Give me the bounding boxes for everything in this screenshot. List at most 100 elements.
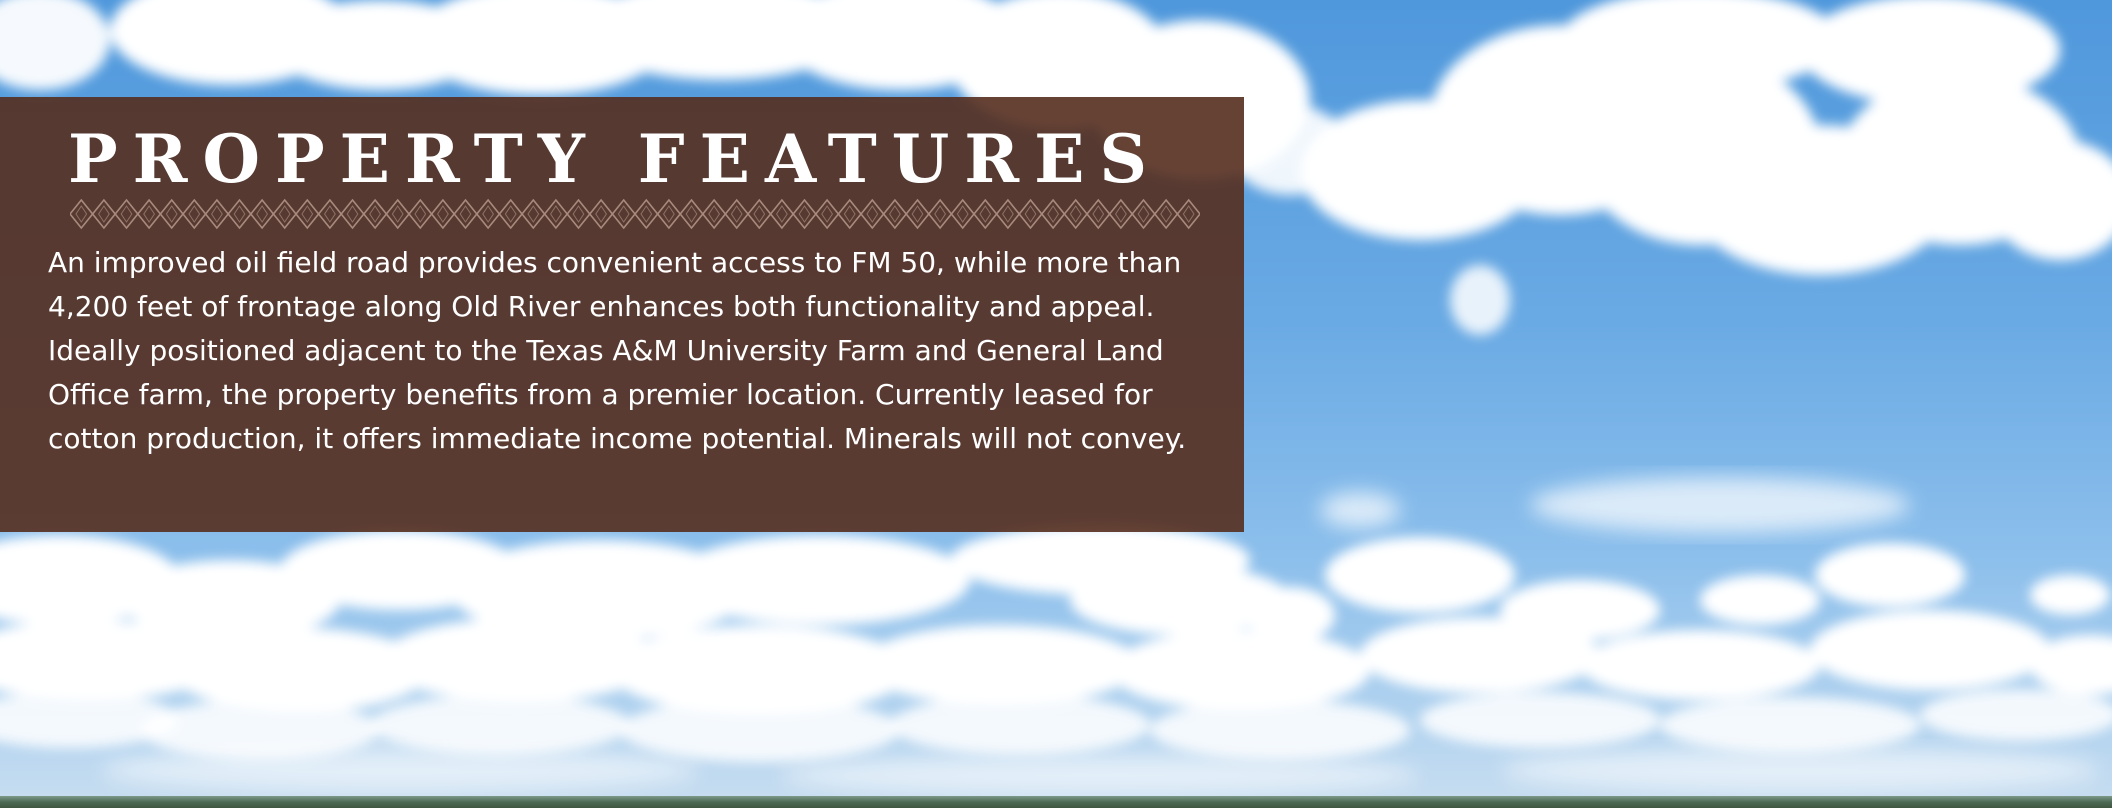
ornament-inner-diamond: [143, 205, 155, 223]
ornament-diamond: [430, 198, 456, 230]
ornament-diamond: [769, 198, 795, 230]
ornament-inner-diamond: [75, 205, 88, 223]
ornament-inner-diamond: [595, 205, 607, 223]
ornament-diamond: [1153, 198, 1179, 230]
ornament-inner-diamond: [889, 205, 901, 223]
ornament-diamond: [453, 198, 478, 230]
ornament-inner-diamond: [685, 205, 698, 223]
ornament-inner-diamond: [165, 205, 178, 223]
ornament-diamond: [679, 198, 704, 230]
ornament-inner-diamond: [1069, 205, 1082, 223]
ornament-diamond: [656, 198, 682, 230]
ornament-inner-diamond: [617, 205, 630, 223]
ornament-inner-diamond: [233, 205, 246, 223]
ornament-diamond: [837, 198, 863, 230]
ornament-diamond: [543, 198, 569, 230]
ornament-inner-diamond: [1002, 205, 1014, 223]
ornament-diamond: [1040, 198, 1066, 230]
ornament-inner-diamond: [256, 205, 268, 223]
ornament-diamond: [882, 198, 908, 230]
ornament-inner-diamond: [459, 205, 472, 223]
ornament-inner-diamond: [527, 205, 540, 223]
ornament-inner-diamond: [1047, 205, 1059, 223]
property-features-panel: PROPERTY FEATURES An improved oil field …: [0, 97, 1244, 532]
ornament-diamond: [272, 198, 298, 230]
ornament-inner-diamond: [301, 205, 314, 223]
panel-title: PROPERTY FEATURES: [68, 120, 1163, 198]
ornament-diamond: [498, 198, 524, 230]
ornament-inner-diamond: [98, 205, 110, 223]
ornament-inner-diamond: [1024, 205, 1037, 223]
ornament-inner-diamond: [369, 205, 381, 223]
ornament-diamond: [950, 198, 976, 230]
ornament-inner-diamond: [934, 205, 946, 223]
ornament-diamond: [317, 198, 343, 230]
ornament-inner-diamond: [391, 205, 404, 223]
ornament-diamond: [972, 198, 998, 230]
ornament-diamond: [859, 198, 885, 230]
ornament-diamond: [407, 198, 433, 230]
horizon-treeline: [0, 796, 2112, 808]
ornament-diamond: [520, 198, 546, 230]
panel-body-text: An improved oil field road provides conv…: [48, 246, 1187, 455]
ornament-inner-diamond: [437, 205, 449, 223]
ornament-inner-diamond: [866, 205, 879, 223]
ornament-diamond: [294, 198, 320, 230]
ornament-inner-diamond: [1092, 205, 1105, 223]
ornament-diamond: [1176, 198, 1200, 230]
ornament-diamond: [1063, 198, 1089, 230]
ornament-inner-diamond: [640, 205, 653, 223]
ornament-diamond: [1108, 198, 1134, 230]
ornament-inner-diamond: [979, 205, 992, 223]
ornament-diamond: [746, 198, 772, 230]
ornament-inner-diamond: [504, 205, 517, 223]
ornament-inner-diamond: [708, 205, 720, 223]
ornament-diamond: [114, 198, 139, 230]
ornament-diamond: [611, 198, 637, 230]
ornament-inner-diamond: [120, 205, 133, 223]
ornament-diamond: [995, 198, 1021, 230]
ornament-diamond: [385, 198, 411, 230]
ornament-diamond: [1131, 198, 1156, 230]
ornament-inner-diamond: [956, 205, 969, 223]
ornament-diamond: [927, 198, 953, 230]
ornament-diamond: [70, 198, 94, 230]
ornament-inner-diamond: [414, 205, 427, 223]
ornament-inner-diamond: [278, 205, 291, 223]
diamond-divider: [70, 198, 1200, 230]
ornament-diamond: [724, 198, 750, 230]
ornament-inner-diamond: [324, 205, 336, 223]
ornament-inner-diamond: [211, 205, 223, 223]
ornament-inner-diamond: [798, 205, 811, 223]
ornament-inner-diamond: [821, 205, 833, 223]
ornament-diamond: [566, 198, 591, 230]
ornament-inner-diamond: [911, 205, 924, 223]
ornament-diamond: [1085, 198, 1111, 230]
ornament-inner-diamond: [663, 205, 675, 223]
ornament-inner-diamond: [1137, 205, 1150, 223]
ornament-diamond: [701, 198, 727, 230]
ornament-diamond: [633, 198, 659, 230]
ornament-diamond: [340, 198, 365, 230]
ornament-diamond: [475, 198, 501, 230]
ornament-diamond: [159, 198, 185, 230]
ornament-diamond: [249, 198, 275, 230]
ornament-diamond: [588, 198, 614, 230]
ornament-inner-diamond: [730, 205, 743, 223]
ornament-inner-diamond: [776, 205, 788, 223]
ornament-inner-diamond: [550, 205, 562, 223]
ornament-inner-diamond: [1182, 205, 1195, 223]
ornament-diamond: [91, 198, 117, 230]
ornament-diamond: [181, 198, 207, 230]
ornament-diamond: [905, 198, 930, 230]
ornament-inner-diamond: [482, 205, 494, 223]
ornament-inner-diamond: [1115, 205, 1127, 223]
ornament-inner-diamond: [1160, 205, 1172, 223]
ornament-inner-diamond: [753, 205, 766, 223]
ornament-diamond: [814, 198, 840, 230]
ornament-inner-diamond: [346, 205, 359, 223]
ornament-inner-diamond: [572, 205, 585, 223]
ornament-diamond: [136, 198, 162, 230]
ornament-diamond: [1018, 198, 1043, 230]
ornament-diamond: [362, 198, 388, 230]
